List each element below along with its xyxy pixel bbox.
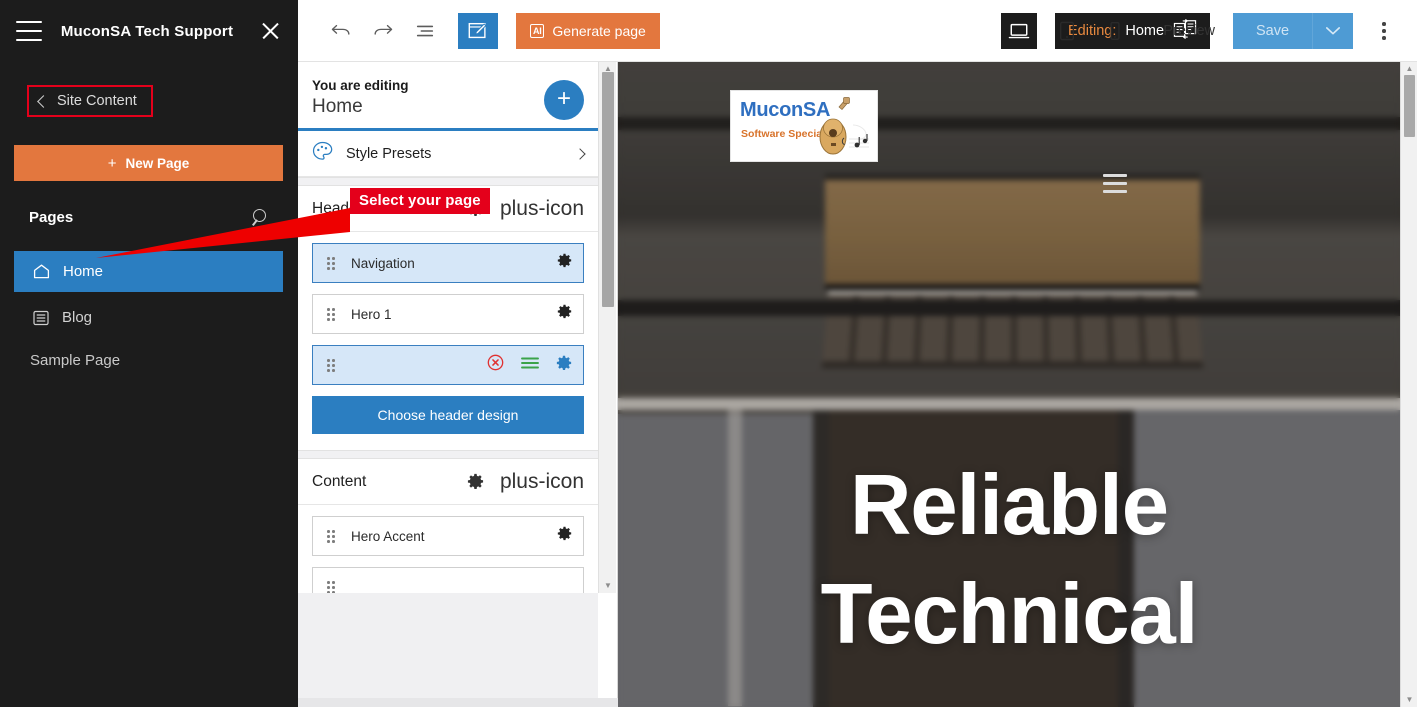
sidebar-item-blog[interactable]: Blog [14, 297, 283, 338]
tablet-icon[interactable] [1049, 13, 1085, 49]
plus-icon: + [107, 154, 117, 172]
chevron-left-icon [37, 94, 50, 108]
generate-page-label: Generate page [552, 22, 646, 39]
block-label: Navigation [351, 255, 415, 271]
scroll-down-arrow-icon[interactable]: ▼ [599, 579, 617, 593]
redo-arrow-icon[interactable] [366, 14, 400, 48]
sidebar-item-label: Home [63, 263, 104, 280]
ai-badge-icon: AI [530, 23, 545, 38]
drag-handle-icon[interactable] [327, 308, 335, 321]
site-content-back-link[interactable]: Site Content [27, 85, 153, 117]
new-page-label: New Page [125, 155, 190, 171]
editing-page-name: Home [312, 96, 363, 117]
section-title: Header [312, 199, 363, 217]
page-preview-canvas[interactable]: MuconSA Software Specialists Reliable Te… [618, 62, 1400, 707]
gear-icon[interactable] [557, 304, 572, 324]
style-presets-row[interactable]: Style Presets [298, 131, 598, 177]
add-block-button[interactable]: plus-icon [500, 471, 584, 492]
sidebar-item-home[interactable]: Home [14, 251, 283, 292]
chevron-right-icon [574, 147, 586, 160]
save-button[interactable]: Save [1233, 13, 1312, 49]
pages-header-row: Pages [29, 208, 269, 226]
section-divider [298, 450, 598, 459]
preview-scrollbar[interactable]: ▲ ▼ [1400, 62, 1417, 707]
toolbar-right-group: Preview Save [1001, 0, 1401, 62]
hamburger-icon[interactable] [16, 21, 42, 41]
desktop-icon[interactable] [1001, 13, 1038, 49]
drag-handle-icon[interactable] [327, 581, 335, 593]
new-page-button[interactable]: + New Page [14, 145, 283, 181]
gear-icon[interactable] [556, 355, 572, 376]
reorder-lines-icon[interactable] [521, 356, 539, 375]
scroll-up-arrow-icon[interactable]: ▲ [1401, 62, 1417, 76]
kebab-menu-icon[interactable] [1367, 13, 1401, 49]
section-divider [298, 177, 598, 186]
style-presets-label: Style Presets [346, 145, 432, 162]
block-row-hero-accent[interactable]: Hero Accent [312, 516, 584, 556]
sidebar-header: MuconSA Tech Support [0, 0, 298, 62]
panel-scrollbar[interactable]: ▲ ▼ [598, 62, 616, 593]
generate-page-button[interactable]: AI Generate page [516, 12, 660, 49]
builder-panel: You are editing Home + Style Presets Hea… [298, 0, 618, 707]
gear-icon[interactable] [557, 526, 572, 546]
site-content-highlight: Site Content [27, 85, 153, 117]
home-icon [33, 264, 50, 279]
close-icon[interactable] [258, 19, 282, 43]
palette-icon [312, 141, 333, 167]
hero-heading-line2: Technical [820, 566, 1199, 662]
gear-icon[interactable] [467, 200, 484, 217]
editing-eyebrow: You are editing [312, 78, 409, 93]
panel-bottom-edge [298, 698, 618, 707]
hamburger-icon[interactable] [1103, 174, 1127, 193]
scroll-down-arrow-icon[interactable]: ▼ [1401, 693, 1417, 707]
add-section-button[interactable]: + [544, 80, 584, 120]
mobile-icon[interactable] [1097, 13, 1133, 49]
preview-button[interactable]: Preview [1145, 23, 1233, 39]
chevron-down-icon[interactable] [1312, 13, 1353, 49]
search-icon[interactable] [251, 208, 269, 226]
list-outline-icon[interactable] [408, 14, 442, 48]
acoustic-guitar-music-notes-icon [809, 95, 871, 159]
left-sidebar: MuconSA Tech Support Site Content + New … [0, 0, 298, 707]
drag-handle-icon[interactable] [327, 359, 335, 372]
hero-heading: Reliable Technical [618, 452, 1400, 670]
block-row-navigation[interactable]: Navigation [312, 243, 584, 283]
hero-heading-line1: Reliable [850, 458, 1169, 553]
drag-handle-icon[interactable] [327, 530, 335, 543]
add-block-button[interactable]: plus-icon [500, 198, 584, 219]
toolbar-left-group: AI Generate page [298, 12, 660, 49]
panel-body: You are editing Home + Style Presets Hea… [298, 62, 598, 593]
block-label: Hero 1 [351, 306, 392, 322]
site-content-label: Site Content [57, 93, 137, 109]
block-row-active[interactable] [312, 345, 584, 385]
app-root: MuconSA Tech Support Site Content + New … [0, 0, 1417, 707]
block-row-hero-1[interactable]: Hero 1 [312, 294, 584, 334]
drag-handle-icon[interactable] [327, 257, 335, 270]
panel-footer-area [298, 593, 598, 707]
sidebar-item-label: Sample Page [30, 352, 121, 369]
gear-icon[interactable] [557, 253, 572, 273]
top-toolbar: AI Generate page Editing: Home Preview S… [298, 0, 1417, 62]
panel-editing-header: You are editing Home + [298, 62, 598, 131]
preview-scrollbar-thumb[interactable] [1404, 75, 1415, 137]
site-logo[interactable]: MuconSA Software Specialists [730, 90, 878, 162]
edit-page-icon[interactable] [458, 12, 498, 49]
gear-icon[interactable] [467, 473, 484, 490]
section-header-header: Header plus-icon [298, 186, 598, 232]
delete-circle-icon[interactable] [487, 354, 504, 376]
undo-arrow-icon[interactable] [324, 14, 358, 48]
block-row-partial[interactable] [312, 567, 584, 593]
sidebar-item-sample-page[interactable]: Sample Page [14, 340, 283, 381]
section-header-content: Content plus-icon [298, 459, 598, 505]
sidebar-title: MuconSA Tech Support [60, 22, 234, 40]
section-title: Content [312, 472, 367, 490]
pages-label: Pages [29, 208, 74, 226]
sidebar-item-label: Blog [62, 309, 93, 326]
document-list-icon [33, 310, 49, 326]
choose-header-design-button[interactable]: Choose header design [312, 396, 584, 434]
panel-scrollbar-thumb[interactable] [602, 72, 614, 307]
block-label: Hero Accent [351, 528, 425, 544]
